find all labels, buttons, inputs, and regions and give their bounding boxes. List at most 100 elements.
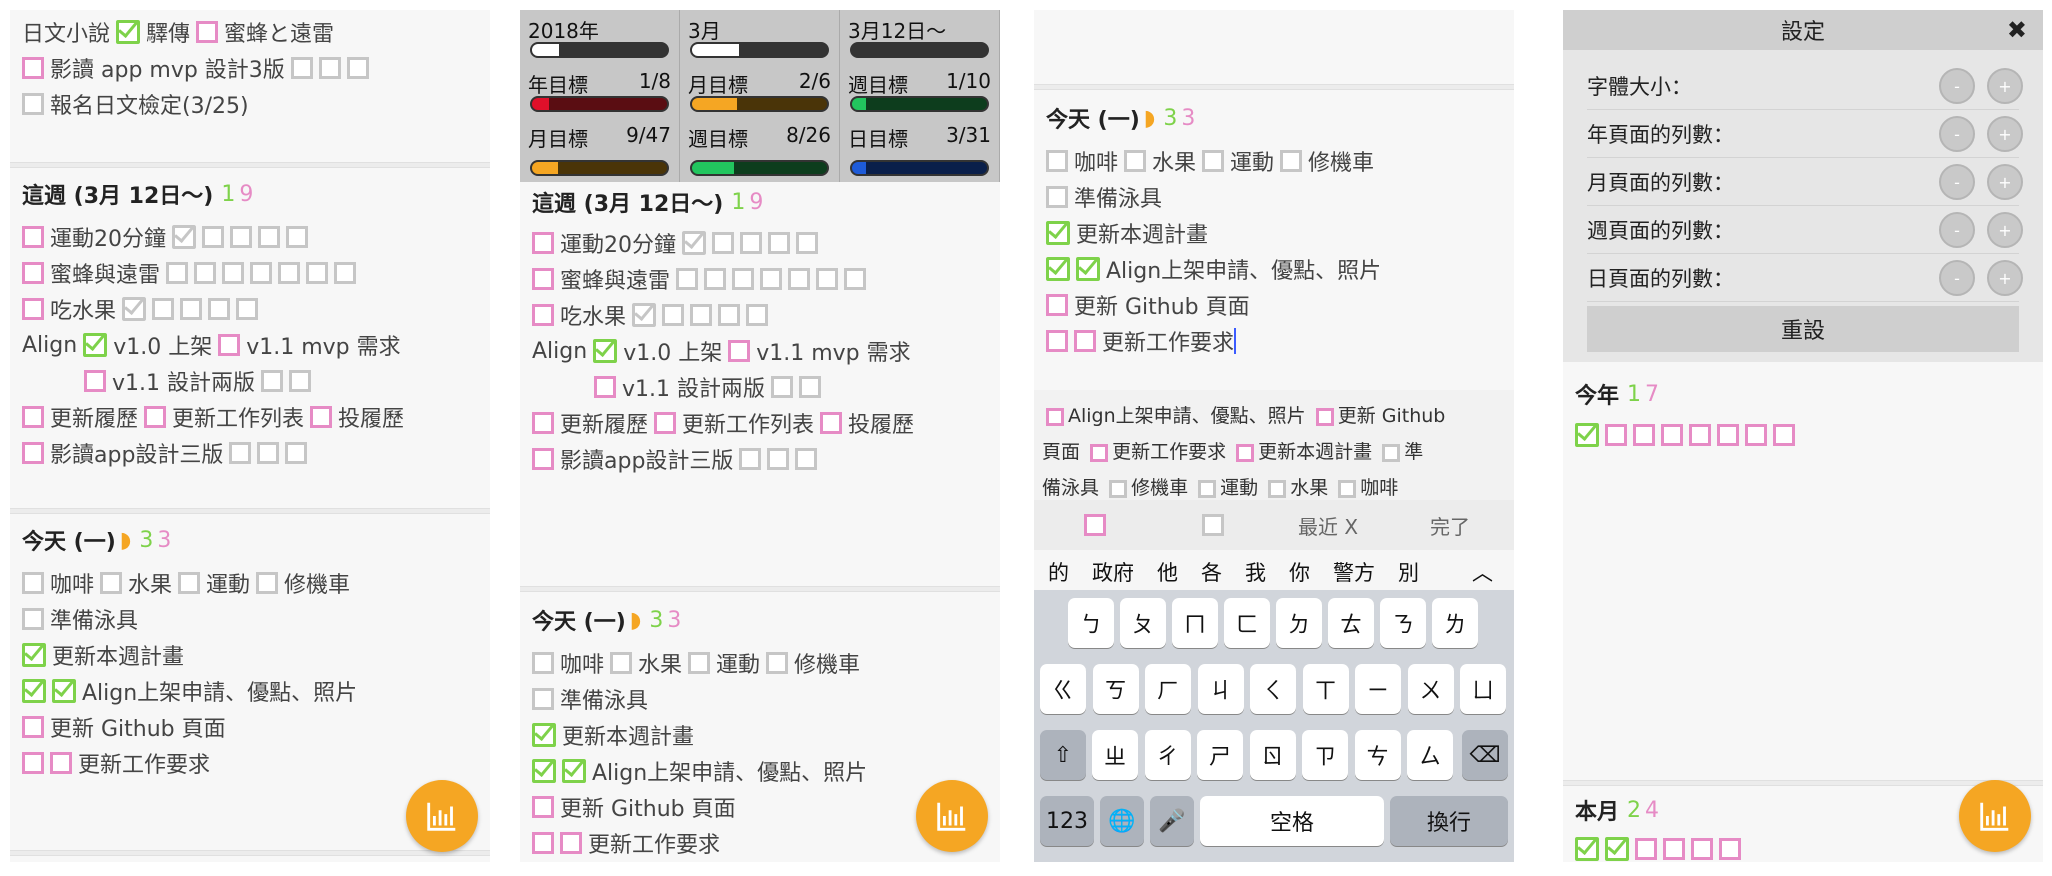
checkbox[interactable]: [166, 262, 189, 284]
checkbox-checked[interactable]: [632, 303, 657, 327]
key[interactable]: ㄘ: [1354, 730, 1401, 780]
checkbox[interactable]: [236, 298, 259, 320]
checkbox[interactable]: [1046, 186, 1068, 208]
checkbox[interactable]: [1382, 443, 1401, 462]
checkbox-checked[interactable]: [1046, 221, 1070, 245]
task-text-input[interactable]: 更新工作要求: [1102, 325, 1234, 357]
checkbox[interactable]: [532, 412, 554, 434]
checkbox-checked[interactable]: [22, 643, 46, 667]
checkbox[interactable]: [180, 298, 203, 320]
checkbox[interactable]: [1663, 838, 1685, 860]
checkbox[interactable]: [1268, 479, 1287, 498]
key[interactable]: ㄇ: [1172, 598, 1218, 648]
checkbox[interactable]: [261, 370, 284, 392]
key[interactable]: ㄔ: [1144, 730, 1191, 780]
checkbox[interactable]: [22, 262, 44, 284]
checkbox[interactable]: [334, 262, 357, 284]
checkbox[interactable]: [771, 376, 794, 398]
checkbox[interactable]: [194, 262, 217, 284]
checkbox[interactable]: [84, 370, 106, 392]
checkbox[interactable]: [1315, 407, 1334, 426]
candidate-word[interactable]: 各: [1201, 557, 1222, 587]
checkbox-checked[interactable]: [682, 231, 706, 255]
key[interactable]: ㄧ: [1355, 664, 1401, 714]
key[interactable]: ㄋ: [1380, 598, 1426, 648]
checkbox[interactable]: [1046, 330, 1068, 352]
palette-item[interactable]: 準: [1404, 441, 1423, 463]
checkbox[interactable]: [1717, 424, 1739, 446]
checkbox[interactable]: [222, 262, 245, 284]
checkbox-checked[interactable]: [562, 759, 586, 783]
decrease-button[interactable]: -: [1939, 68, 1975, 104]
key[interactable]: ㄎ: [1092, 664, 1139, 714]
checkbox[interactable]: [532, 268, 554, 290]
checkbox[interactable]: [22, 226, 44, 248]
key[interactable]: ㄅ: [1068, 598, 1114, 648]
checkbox[interactable]: [1633, 424, 1655, 446]
candidate-word[interactable]: 的: [1048, 557, 1069, 587]
checkbox[interactable]: [257, 442, 280, 464]
numbers-key[interactable]: 123: [1040, 796, 1094, 846]
checkbox[interactable]: [767, 448, 790, 470]
checkbox[interactable]: [1745, 424, 1767, 446]
checkbox[interactable]: [532, 232, 554, 254]
return-key[interactable]: 換行: [1390, 796, 1508, 846]
checkbox[interactable]: [22, 298, 44, 320]
checkbox[interactable]: [1338, 479, 1357, 498]
checkbox[interactable]: [306, 262, 329, 284]
stats-button[interactable]: [1959, 780, 2031, 852]
checkbox[interactable]: [1719, 838, 1741, 860]
checkbox[interactable]: [732, 268, 755, 290]
key[interactable]: ㄌ: [1432, 598, 1478, 648]
checkbox[interactable]: [196, 21, 219, 43]
checkbox[interactable]: [728, 340, 751, 362]
checkbox[interactable]: [1236, 443, 1255, 462]
checkbox[interactable]: [318, 57, 341, 79]
checkbox-checked[interactable]: [1575, 837, 1599, 861]
checkbox[interactable]: [816, 268, 839, 290]
checkbox[interactable]: [22, 572, 44, 594]
candidate-word[interactable]: 我: [1245, 557, 1266, 587]
done-button[interactable]: 完了: [1430, 511, 1470, 540]
checkbox[interactable]: [844, 268, 867, 290]
checkbox[interactable]: [676, 268, 699, 290]
recent-toggle-button[interactable]: 最近 X: [1298, 511, 1358, 540]
checkbox[interactable]: [662, 304, 685, 326]
checkbox[interactable]: [1280, 150, 1303, 172]
key[interactable]: ㄑ: [1250, 664, 1296, 714]
checkbox[interactable]: [22, 442, 44, 464]
checkbox[interactable]: [22, 608, 44, 630]
shift-key[interactable]: ⇧: [1040, 730, 1086, 780]
candidate-word[interactable]: 警方: [1333, 557, 1375, 587]
checkbox[interactable]: [1661, 424, 1683, 446]
key[interactable]: ㄉ: [1276, 598, 1322, 648]
candidate-word[interactable]: 政府: [1092, 557, 1134, 587]
candidate-word[interactable]: 他: [1157, 557, 1178, 587]
palette-item[interactable]: 水果: [1290, 477, 1328, 499]
checkbox-checked[interactable]: [532, 723, 556, 747]
checkbox-checked[interactable]: [122, 297, 147, 321]
palette-item[interactable]: 運動: [1220, 477, 1258, 499]
palette-item[interactable]: 更新工作要求: [1112, 441, 1226, 463]
checkbox-checked[interactable]: [22, 679, 46, 703]
checkbox[interactable]: [1689, 424, 1711, 446]
checkbox[interactable]: [289, 370, 312, 392]
increase-button[interactable]: +: [1987, 260, 2023, 296]
checkbox[interactable]: [768, 232, 790, 254]
checkbox[interactable]: [760, 268, 783, 290]
checkbox-checked[interactable]: [172, 225, 196, 249]
checkbox[interactable]: [250, 262, 273, 284]
checkbox[interactable]: [22, 752, 44, 774]
checkbox[interactable]: [208, 298, 231, 320]
key[interactable]: ㄖ: [1249, 730, 1296, 780]
checkbox[interactable]: [50, 752, 72, 774]
checkbox[interactable]: [1074, 330, 1096, 352]
globe-icon[interactable]: 🌐: [1100, 796, 1144, 846]
decrease-button[interactable]: -: [1939, 164, 1975, 200]
checkbox[interactable]: [22, 93, 44, 115]
checkbox[interactable]: [152, 298, 175, 320]
checkbox[interactable]: [218, 334, 241, 356]
checkbox[interactable]: [1202, 150, 1225, 172]
key[interactable]: ㄈ: [1224, 598, 1270, 648]
checkbox[interactable]: [256, 572, 279, 594]
